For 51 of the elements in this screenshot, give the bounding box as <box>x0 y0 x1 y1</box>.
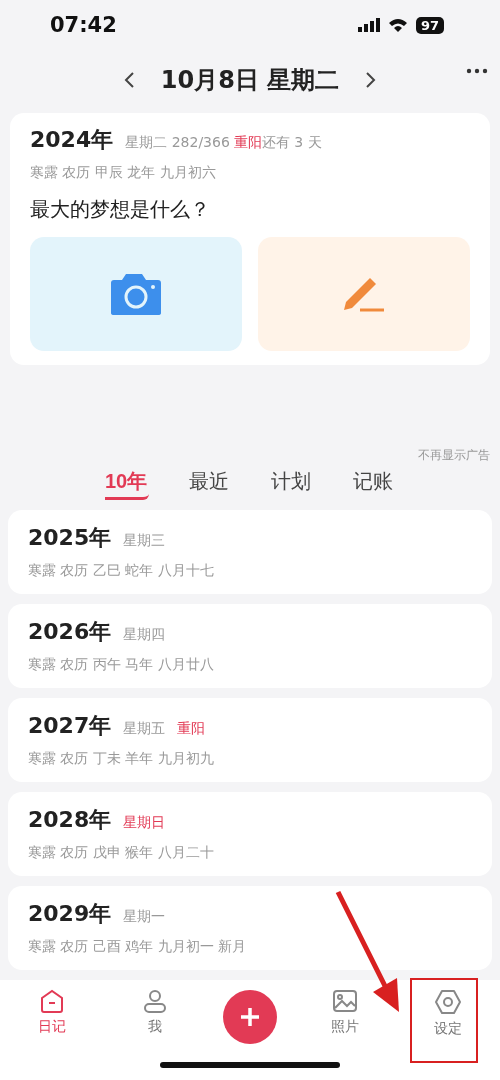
battery-level: 97 <box>415 16 444 34</box>
lunar-date: 寒露 农历 乙巳 蛇年 八月十七 <box>28 562 215 580</box>
segment-tab[interactable]: 10年 <box>104 468 150 500</box>
previous-day-button[interactable] <box>122 71 135 89</box>
plus-icon <box>239 1007 260 1027</box>
person-icon <box>141 988 168 1014</box>
photo-button[interactable] <box>30 237 242 351</box>
signal-icon <box>357 18 380 32</box>
lunar-date: 寒露 农历 己酉 鸡年 九月初一 新月 <box>28 938 248 956</box>
year-text: 2025年 <box>28 524 112 552</box>
weekday-text: 星期一 <box>123 908 166 926</box>
wifi-icon <box>387 17 408 33</box>
segment-tab[interactable]: 记账 <box>353 468 396 500</box>
tab-bar-item[interactable]: 日记 <box>16 988 87 1036</box>
status-time: 07:42 <box>50 13 117 37</box>
year-card[interactable]: 2026年 星期四 寒露 农历 丙午 马年 八月廿八 <box>8 604 492 688</box>
countdown-text: 还有 3 天 <box>261 134 322 152</box>
weekday-text: 星期二 282/366 <box>125 134 230 152</box>
more-button[interactable] <box>466 68 488 74</box>
next-day-button[interactable] <box>365 71 378 89</box>
segment-tab[interactable]: 计划 <box>271 468 314 500</box>
date-title: 10月8日 星期二 <box>160 65 340 96</box>
lunar-date: 寒露 农历 丁未 羊年 九月初九 <box>28 750 215 768</box>
year-text: 2026年 <box>28 618 112 646</box>
prompt-question: 最大的梦想是什么？ <box>30 196 211 223</box>
tab-bar-item[interactable]: 我 <box>119 988 190 1036</box>
home-icon <box>38 988 65 1014</box>
camera-icon <box>110 272 162 316</box>
year-text: 2029年 <box>28 900 112 928</box>
add-button[interactable] <box>222 990 277 1044</box>
year-card[interactable]: 2025年 星期三 寒露 农历 乙巳 蛇年 八月十七 <box>8 510 492 594</box>
festival-text: 重阳 <box>177 720 206 738</box>
tab-bar-item[interactable]: 设定 <box>413 988 484 1038</box>
year-card[interactable]: 2028年 星期日 寒露 农历 戊申 猴年 八月二十 <box>8 792 492 876</box>
weekday-text: 星期三 <box>123 532 166 550</box>
lunar-date: 寒露 农历 戊申 猴年 八月二十 <box>28 844 215 862</box>
year-text: 2027年 <box>28 712 112 740</box>
settings-icon <box>434 988 463 1016</box>
image-icon <box>332 988 359 1014</box>
year-text: 2028年 <box>28 806 112 834</box>
lunar-date: 寒露 农历 甲辰 龙年 九月初六 <box>30 164 217 182</box>
year-card[interactable]: 2027年 星期五 重阳 寒露 农历 丁未 羊年 九月初九 <box>8 698 492 782</box>
weekday-text: 星期日 <box>123 814 166 832</box>
weekday-text: 星期四 <box>123 626 166 644</box>
tab-bar-item[interactable]: 照片 <box>310 988 381 1036</box>
segment-tab[interactable]: 最近 <box>189 468 232 500</box>
year-card[interactable]: 2029年 星期一 寒露 农历 己酉 鸡年 九月初一 新月 <box>8 886 492 970</box>
lunar-date: 寒露 农历 丙午 马年 八月廿八 <box>28 656 215 674</box>
year-text: 2024年 <box>30 126 114 154</box>
festival-text: 重阳 <box>233 134 262 152</box>
weekday-text: 星期五 <box>123 720 166 738</box>
